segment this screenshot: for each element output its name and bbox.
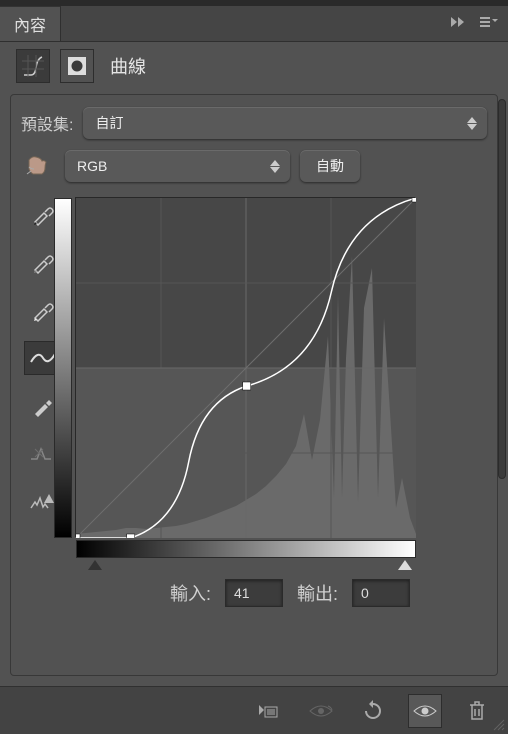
preset-select[interactable]: 自訂 xyxy=(83,107,487,139)
adjustment-title: 曲線 xyxy=(110,53,146,79)
input-label: 輸入: xyxy=(170,580,211,606)
input-gradient xyxy=(76,540,416,558)
panel-scrollbar[interactable] xyxy=(498,99,506,479)
skip-icon[interactable] xyxy=(450,15,466,32)
chevron-updown-icon xyxy=(467,117,477,130)
view-previous-icon[interactable] xyxy=(304,694,338,728)
output-label: 輸出: xyxy=(297,580,338,606)
curves-icon[interactable] xyxy=(16,49,50,83)
curves-panel: 預設集: 自訂 RGB xyxy=(10,94,498,676)
panel-menu-icon[interactable] xyxy=(480,15,498,32)
trash-icon[interactable] xyxy=(460,694,494,728)
channel-value: RGB xyxy=(77,158,107,174)
preset-value: 自訂 xyxy=(95,113,123,133)
tab-properties[interactable]: 內容 xyxy=(0,6,61,41)
reset-icon[interactable] xyxy=(356,694,390,728)
curves-graph[interactable] xyxy=(75,197,415,537)
adjustment-header: 曲線 xyxy=(0,42,508,90)
auto-button[interactable]: 自動 xyxy=(300,150,360,182)
output-gradient xyxy=(54,198,72,538)
auto-label: 自動 xyxy=(316,156,344,176)
resize-grip[interactable] xyxy=(492,718,506,732)
panel-tabs: 內容 xyxy=(0,6,508,42)
visibility-icon[interactable] xyxy=(408,694,442,728)
black-point-slider[interactable] xyxy=(88,560,102,570)
chevron-updown-icon xyxy=(270,160,280,173)
output-field[interactable]: 0 xyxy=(352,579,410,607)
tab-label: 內容 xyxy=(14,12,46,36)
input-field[interactable]: 41 xyxy=(225,579,283,607)
white-point-slider[interactable] xyxy=(398,560,412,570)
finger-icon[interactable] xyxy=(21,149,55,183)
channel-select[interactable]: RGB xyxy=(65,150,290,182)
panel-footer xyxy=(0,686,508,734)
preset-label: 預設集: xyxy=(21,111,73,135)
clip-to-layer-icon[interactable] xyxy=(252,694,286,728)
mask-icon[interactable] xyxy=(60,49,94,83)
